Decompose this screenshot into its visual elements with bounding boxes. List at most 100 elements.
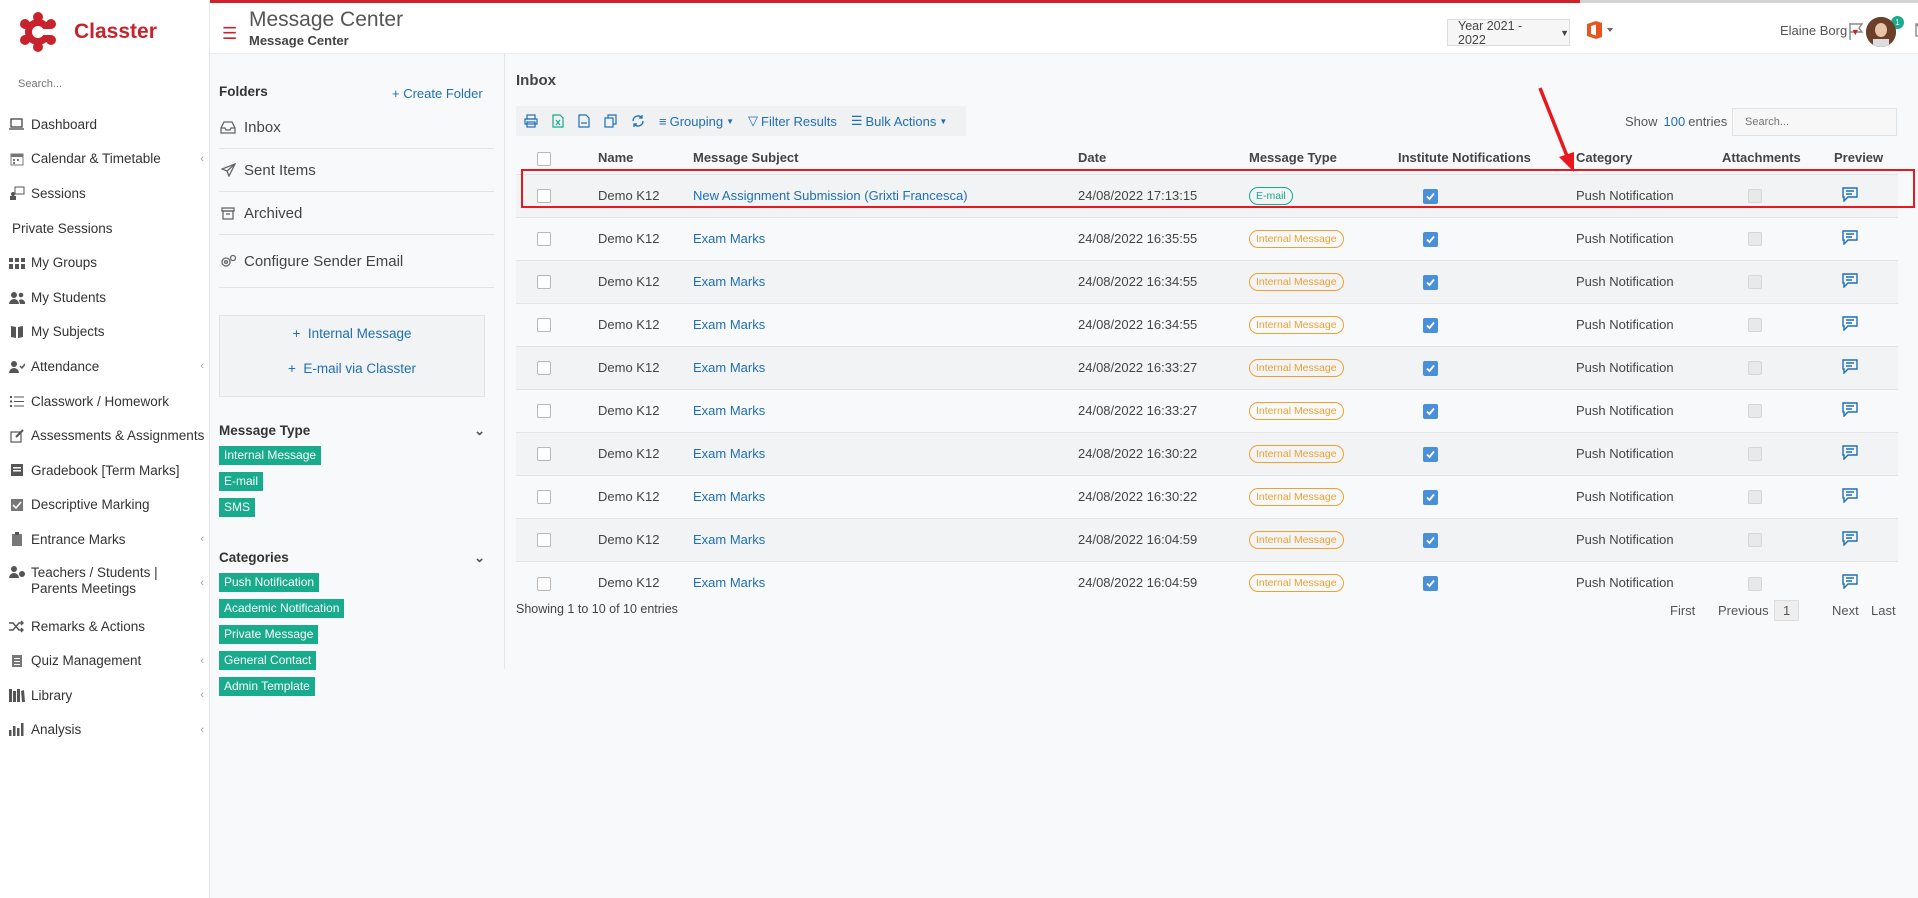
row-checkbox[interactable] bbox=[537, 361, 551, 376]
pager-previous[interactable]: Previous bbox=[1718, 603, 1769, 618]
table-row[interactable]: Demo K12 Exam Marks 24/08/2022 16:35:55 Int… bbox=[516, 216, 1898, 260]
create-folder-button[interactable]: + Create Folder bbox=[392, 86, 483, 101]
menu-toggle-icon[interactable]: ☰ bbox=[222, 24, 237, 44]
row-subject-link[interactable]: Exam Marks bbox=[693, 532, 765, 547]
show-entries[interactable]: Show 100 entries bbox=[1625, 114, 1727, 129]
institute-notification-checkbox[interactable] bbox=[1423, 446, 1438, 462]
sidebar-item-calendar-timetable[interactable]: Calendar & Timetable ‹ bbox=[0, 142, 210, 177]
institute-notification-checkbox[interactable] bbox=[1423, 274, 1438, 290]
chevron-left-icon[interactable]: ‹ bbox=[200, 575, 204, 591]
chevron-left-icon[interactable]: ‹ bbox=[200, 533, 204, 545]
preview-icon[interactable] bbox=[1842, 530, 1858, 549]
row-checkbox[interactable] bbox=[537, 533, 551, 548]
col-type[interactable]: Message Type bbox=[1249, 142, 1398, 174]
institute-notification-checkbox[interactable] bbox=[1423, 403, 1438, 419]
sidebar-item-attendance[interactable]: Attendance ‹ bbox=[0, 349, 210, 384]
institute-notification-checkbox[interactable] bbox=[1423, 489, 1438, 505]
select-all-checkbox[interactable] bbox=[537, 151, 551, 166]
table-row[interactable]: Demo K12 Exam Marks 24/08/2022 16:34:55 Int… bbox=[516, 302, 1898, 346]
logo[interactable]: Classter bbox=[18, 10, 157, 54]
row-checkbox[interactable] bbox=[537, 447, 551, 462]
pager-last[interactable]: Last bbox=[1871, 603, 1896, 618]
year-selector[interactable]: Year 2021 - 2022 ▼ bbox=[1447, 19, 1570, 47]
message-type-header[interactable]: Message Type ⌄ bbox=[219, 423, 485, 438]
table-row[interactable]: Demo K12 Exam Marks 24/08/2022 16:04:59 Int… bbox=[516, 517, 1898, 561]
sidebar-item-entrance-marks[interactable]: Entrance Marks ‹ bbox=[0, 522, 210, 557]
sidebar-item-classwork-homework[interactable]: Classwork / Homework bbox=[0, 384, 210, 419]
sidebar-item-dashboard[interactable]: Dashboard bbox=[0, 107, 210, 142]
sidebar-item-quiz-management[interactable]: Quiz Management ‹ bbox=[0, 643, 210, 678]
sidebar-item-gradebook-term-marks[interactable]: Gradebook [Term Marks] bbox=[0, 453, 210, 488]
avatar[interactable] bbox=[1866, 17, 1896, 47]
print-icon[interactable] bbox=[524, 114, 538, 128]
preview-icon[interactable] bbox=[1842, 358, 1858, 377]
message-type-tag-internal-message[interactable]: Internal Message bbox=[219, 446, 322, 465]
row-checkbox[interactable] bbox=[537, 275, 551, 290]
preview-icon[interactable] bbox=[1842, 401, 1858, 420]
office-icon[interactable] bbox=[1585, 20, 1615, 43]
preview-icon[interactable] bbox=[1842, 272, 1858, 291]
col-category[interactable]: Category bbox=[1576, 142, 1722, 174]
institute-notification-checkbox[interactable] bbox=[1423, 231, 1438, 247]
chevron-left-icon[interactable]: ‹ bbox=[200, 360, 204, 372]
category-tag-push-notification[interactable]: Push Notification bbox=[219, 573, 320, 592]
folder-archived[interactable]: Archived bbox=[219, 192, 494, 235]
user-name[interactable]: Elaine Borg ▼ bbox=[1780, 23, 1860, 38]
col-name[interactable]: Name bbox=[598, 142, 693, 174]
chevron-left-icon[interactable]: ‹ bbox=[200, 153, 204, 165]
row-subject-link[interactable]: Exam Marks bbox=[693, 274, 765, 289]
row-checkbox[interactable] bbox=[537, 404, 551, 419]
sidebar-item-my-students[interactable]: My Students bbox=[0, 280, 210, 315]
new-internal-message-button[interactable]: + Internal Message bbox=[220, 326, 484, 341]
chevron-left-icon[interactable]: ‹ bbox=[200, 724, 204, 736]
row-checkbox[interactable] bbox=[537, 490, 551, 505]
grouping-button[interactable]: ≡ Grouping ▼ bbox=[659, 114, 734, 129]
institute-notification-checkbox[interactable] bbox=[1423, 575, 1438, 591]
sidebar-item-sessions[interactable]: Sessions bbox=[0, 176, 210, 211]
sidebar-item-teachers-students-parents-meetings[interactable]: Teachers / Students | Parents Meetings ‹ bbox=[0, 557, 210, 609]
sidebar-item-my-subjects[interactable]: My Subjects bbox=[0, 315, 210, 350]
sidebar-search-input[interactable] bbox=[18, 78, 198, 90]
row-checkbox[interactable] bbox=[537, 576, 551, 591]
pager-next[interactable]: Next bbox=[1832, 603, 1859, 618]
message-type-tag-sms[interactable]: SMS bbox=[219, 498, 256, 517]
pager-first[interactable]: First bbox=[1670, 603, 1695, 618]
col-preview[interactable]: Preview bbox=[1834, 142, 1898, 174]
sidebar-item-analysis[interactable]: Analysis ‹ bbox=[0, 713, 210, 748]
folder-configure-sender-email[interactable]: Configure Sender Email bbox=[219, 235, 494, 288]
folder-inbox[interactable]: Inbox bbox=[219, 106, 494, 149]
message-type-tag-e-mail[interactable]: E-mail bbox=[219, 472, 264, 491]
col-date[interactable]: Date bbox=[1078, 142, 1249, 174]
row-subject-link[interactable]: Exam Marks bbox=[693, 317, 765, 332]
sidebar-item-my-groups[interactable]: My Groups bbox=[0, 245, 210, 280]
preview-icon[interactable] bbox=[1842, 487, 1858, 506]
sidebar-item-private-sessions[interactable]: Private Sessions bbox=[0, 211, 210, 246]
categories-header[interactable]: Categories ⌄ bbox=[219, 550, 485, 565]
row-subject-link[interactable]: Exam Marks bbox=[693, 489, 765, 504]
csv-icon[interactable] bbox=[578, 114, 590, 128]
refresh-icon[interactable] bbox=[631, 114, 645, 128]
row-subject-link[interactable]: Exam Marks bbox=[693, 446, 765, 461]
table-row[interactable]: Demo K12 Exam Marks 24/08/2022 16:04:59 Int… bbox=[516, 560, 1898, 604]
institute-notification-checkbox[interactable] bbox=[1423, 360, 1438, 376]
table-row[interactable]: Demo K12 New Assignment Submission (Grixt… bbox=[516, 173, 1898, 217]
row-checkbox[interactable] bbox=[537, 318, 551, 333]
preview-icon[interactable] bbox=[1842, 229, 1858, 248]
preview-icon[interactable] bbox=[1842, 186, 1858, 205]
chevron-left-icon[interactable]: ‹ bbox=[200, 689, 204, 701]
table-row[interactable]: Demo K12 Exam Marks 24/08/2022 16:33:27 Int… bbox=[516, 345, 1898, 389]
table-row[interactable]: Demo K12 Exam Marks 24/08/2022 16:34:55 Int… bbox=[516, 259, 1898, 303]
sidebar-item-library[interactable]: Library ‹ bbox=[0, 678, 210, 713]
category-tag-admin-template[interactable]: Admin Template bbox=[219, 677, 315, 696]
row-subject-link[interactable]: Exam Marks bbox=[693, 231, 765, 246]
table-search-input[interactable] bbox=[1732, 108, 1897, 136]
sidebar-item-remarks-actions[interactable]: Remarks & Actions bbox=[0, 609, 210, 644]
col-subject[interactable]: Message Subject bbox=[693, 142, 1078, 174]
col-attachments[interactable]: Attachments bbox=[1722, 142, 1834, 174]
category-tag-general-contact[interactable]: General Contact bbox=[219, 651, 317, 670]
chevron-left-icon[interactable]: ‹ bbox=[200, 655, 204, 667]
table-row[interactable]: Demo K12 Exam Marks 24/08/2022 16:30:22 Int… bbox=[516, 431, 1898, 475]
mail-icon[interactable]: 0 bbox=[1914, 21, 1918, 42]
col-institute-notifications[interactable]: Institute Notifications bbox=[1398, 142, 1576, 174]
preview-icon[interactable] bbox=[1842, 574, 1858, 592]
